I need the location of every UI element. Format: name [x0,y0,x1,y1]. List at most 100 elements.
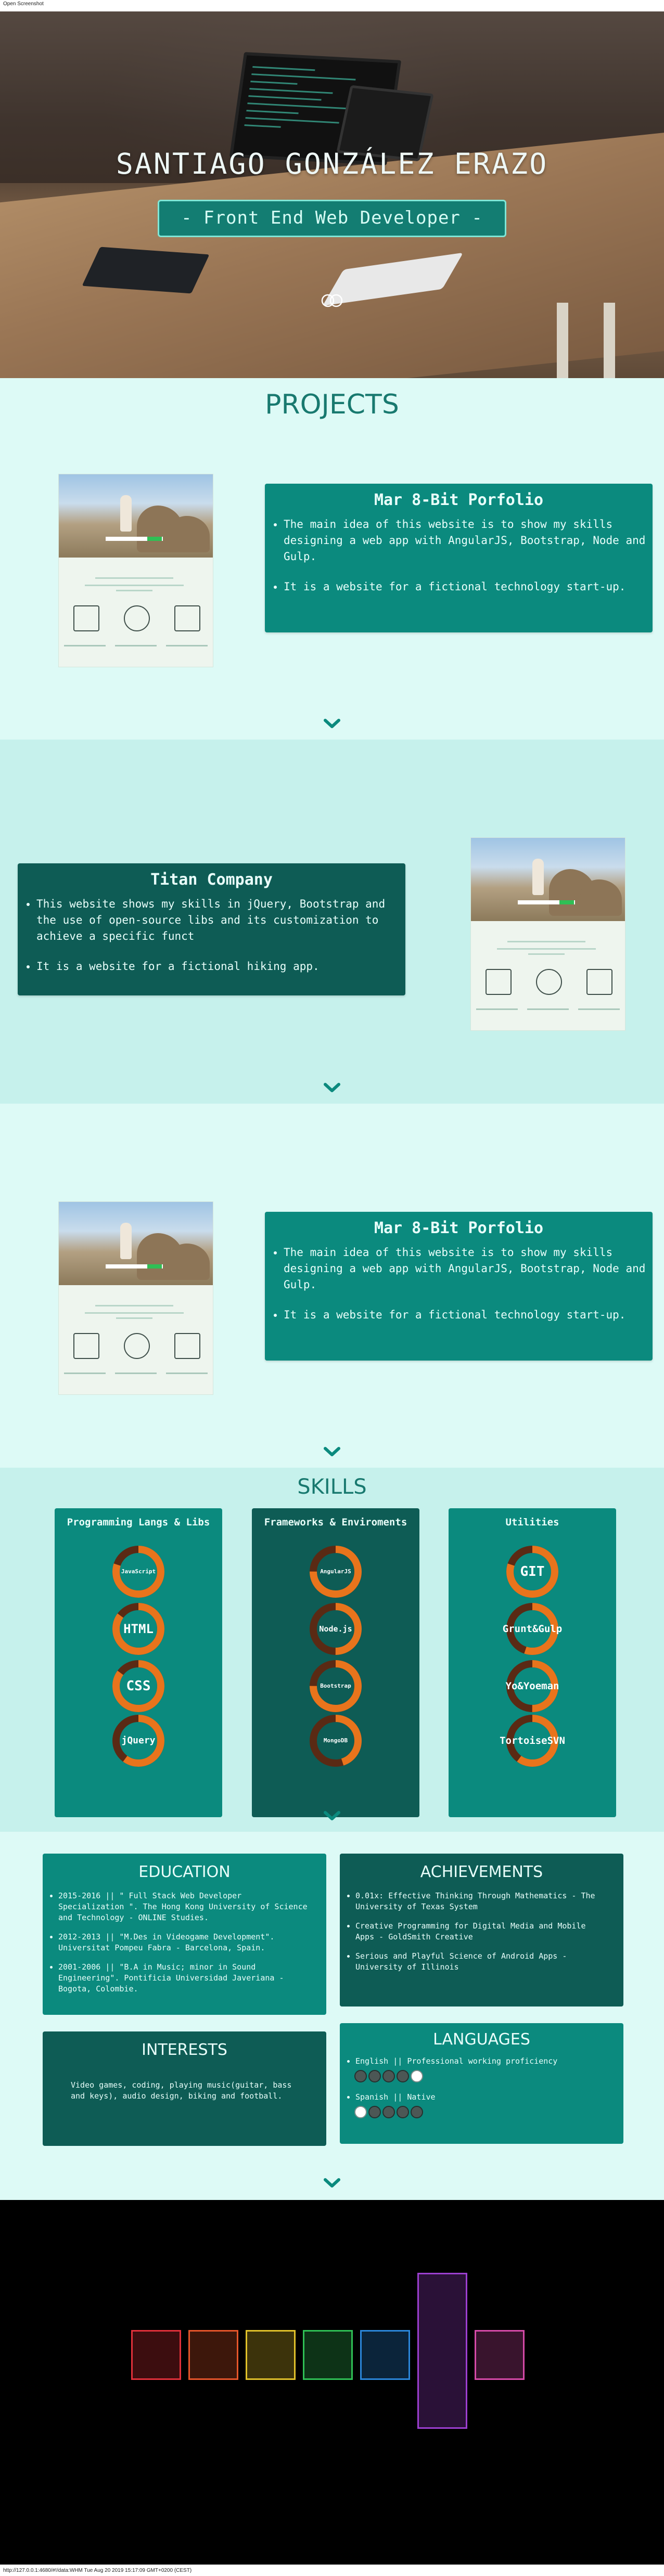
skill-label: AngularJS [320,1568,351,1575]
language-level-dot [368,2106,381,2118]
achievement-item: 0.01x: Effective Thinking Through Mathem… [355,1891,609,1912]
project-thumbnail-photo [59,1202,213,1285]
interests-title: INTERESTS [142,2041,227,2059]
languages-title: LANGUAGES [433,2030,530,2049]
project-thumbnail[interactable] [58,1201,213,1395]
document-icon [73,605,99,631]
language-level-dot [382,2106,395,2118]
project-card-bullet: It is a website for a fictional technolo… [284,1307,653,1323]
language-item: Spanish || Native [354,2092,613,2119]
chevron-down-icon[interactable] [323,1446,341,1457]
game-block[interactable] [417,2273,467,2429]
achievement-item: Creative Programming for Digital Media a… [355,1921,609,1943]
language-level-dot [354,2070,367,2082]
skill-label: CSS [126,1678,151,1694]
skill-label: Grunt&Gulp [502,1623,563,1635]
map-icon [174,605,200,631]
skills-column-title: Programming Langs & Libs [67,1517,210,1528]
skill-label: Yo&Yoeman [505,1680,559,1692]
language-level-dot [382,2070,395,2082]
game-block[interactable] [131,2330,181,2380]
project-card-title: Mar 8-Bit Porfolio [374,491,544,509]
education-item: 2001-2006 || "B.A in Music; minor in Sou… [58,1962,312,1995]
skill-ring: CSS [111,1659,165,1713]
project-card-bullet: This website shows my skills in jQuery, … [36,896,405,944]
hero-table-leg [557,303,568,378]
skill-ring: jQuery [111,1714,165,1768]
project-thumbnail-photo [59,474,213,558]
language-level-dot [397,2106,409,2118]
interests-card: INTERESTS Video games, coding, playing m… [43,2031,326,2146]
language-level-dot [411,2070,423,2082]
skill-ring: AngularJS [309,1545,363,1599]
print-footer-text: http://127.0.0.1:4680/#!/data:WHM Tue Au… [3,2568,192,2573]
globe-icon [536,969,562,995]
document-icon [73,1333,99,1359]
skill-ring: Yo&Yoeman [505,1659,559,1713]
project-card-title: Mar 8-Bit Porfolio [374,1219,544,1237]
project-thumbnail[interactable] [58,474,213,667]
skill-ring: MongoDB [309,1714,363,1768]
project-thumbnail[interactable] [470,837,625,1031]
game-block[interactable] [360,2330,410,2380]
skill-ring: Grunt&Gulp [503,1602,562,1656]
hero-tagline: - Front End Web Developer - [158,200,506,237]
map-icon [174,1333,200,1359]
project-card-bullet: It is a website for a fictional technolo… [284,579,653,595]
language-label: Spanish || Native [355,2092,436,2102]
skill-label: JavaScript [121,1568,156,1575]
game-section [0,2200,664,2565]
skills-column-title: Utilities [505,1517,559,1528]
project-card-title: Titan Company [150,871,273,889]
skill-ring: GIT [505,1545,559,1599]
skill-label: Node.js [319,1624,352,1634]
project-card-bullet: The main idea of this website is to show… [284,1245,653,1293]
education-title: EDUCATION [138,1863,231,1881]
skills-title: SKILLS [297,1475,367,1499]
language-level-0 [340,2070,613,2083]
game-block[interactable] [188,2330,238,2380]
skill-label: jQuery [121,1735,156,1746]
skill-label: Bootstrap [320,1682,351,1689]
game-block[interactable] [475,2330,525,2380]
language-level-dot [368,2070,381,2082]
achievements-card: ACHIEVEMENTS 0.01x: Effective Thinking T… [340,1854,623,2007]
education-item: 2015-2016 || " Full Stack Web Developer … [58,1891,312,1923]
skill-label: MongoDB [323,1737,348,1744]
map-icon [586,969,612,995]
skill-label: TortoiseSVN [500,1735,565,1746]
languages-card: LANGUAGES English || Professional workin… [340,2023,623,2144]
chevron-down-icon[interactable] [323,1810,341,1821]
project-card: Titan Company This website shows my skil… [18,863,405,995]
language-label: English || Professional working proficie… [355,2056,558,2066]
achievements-title: ACHIEVEMENTS [420,1863,543,1881]
hero-notebook-image [82,247,210,294]
chevron-down-icon[interactable] [323,718,341,729]
skill-label: GIT [520,1564,545,1580]
education-item: 2012-2013 || "M.Des in Videogame Develop… [58,1932,312,1953]
hero-banner [0,11,664,378]
projects-title: PROJECTS [265,389,399,420]
language-item: English || Professional working proficie… [354,2056,613,2083]
skills-column-title: Frameworks & Enviroments [264,1517,407,1528]
scroll-mouse-icon[interactable] [321,293,343,308]
hero-table-leg [604,303,615,378]
print-header: Open Screenshot [0,0,664,11]
skill-ring: TortoiseSVN [500,1714,565,1768]
language-level-1 [340,2106,613,2119]
globe-icon [124,605,150,631]
project-thumbnail-photo [471,838,625,921]
game-block[interactable] [246,2330,296,2380]
language-level-dot [354,2106,367,2118]
skill-ring: Node.js [309,1602,363,1656]
chevron-down-icon[interactable] [323,1082,341,1093]
skill-ring: HTML [111,1602,165,1656]
skill-ring: JavaScript [111,1545,165,1599]
achievement-item: Serious and Playful Science of Android A… [355,1951,609,1973]
chevron-down-icon[interactable] [323,2177,341,2189]
game-block[interactable] [303,2330,353,2380]
project-card: Mar 8-Bit Porfolio The main idea of this… [265,484,653,632]
language-level-dot [397,2070,409,2082]
skill-ring: Bootstrap [309,1659,363,1713]
language-level-dot [411,2106,423,2118]
